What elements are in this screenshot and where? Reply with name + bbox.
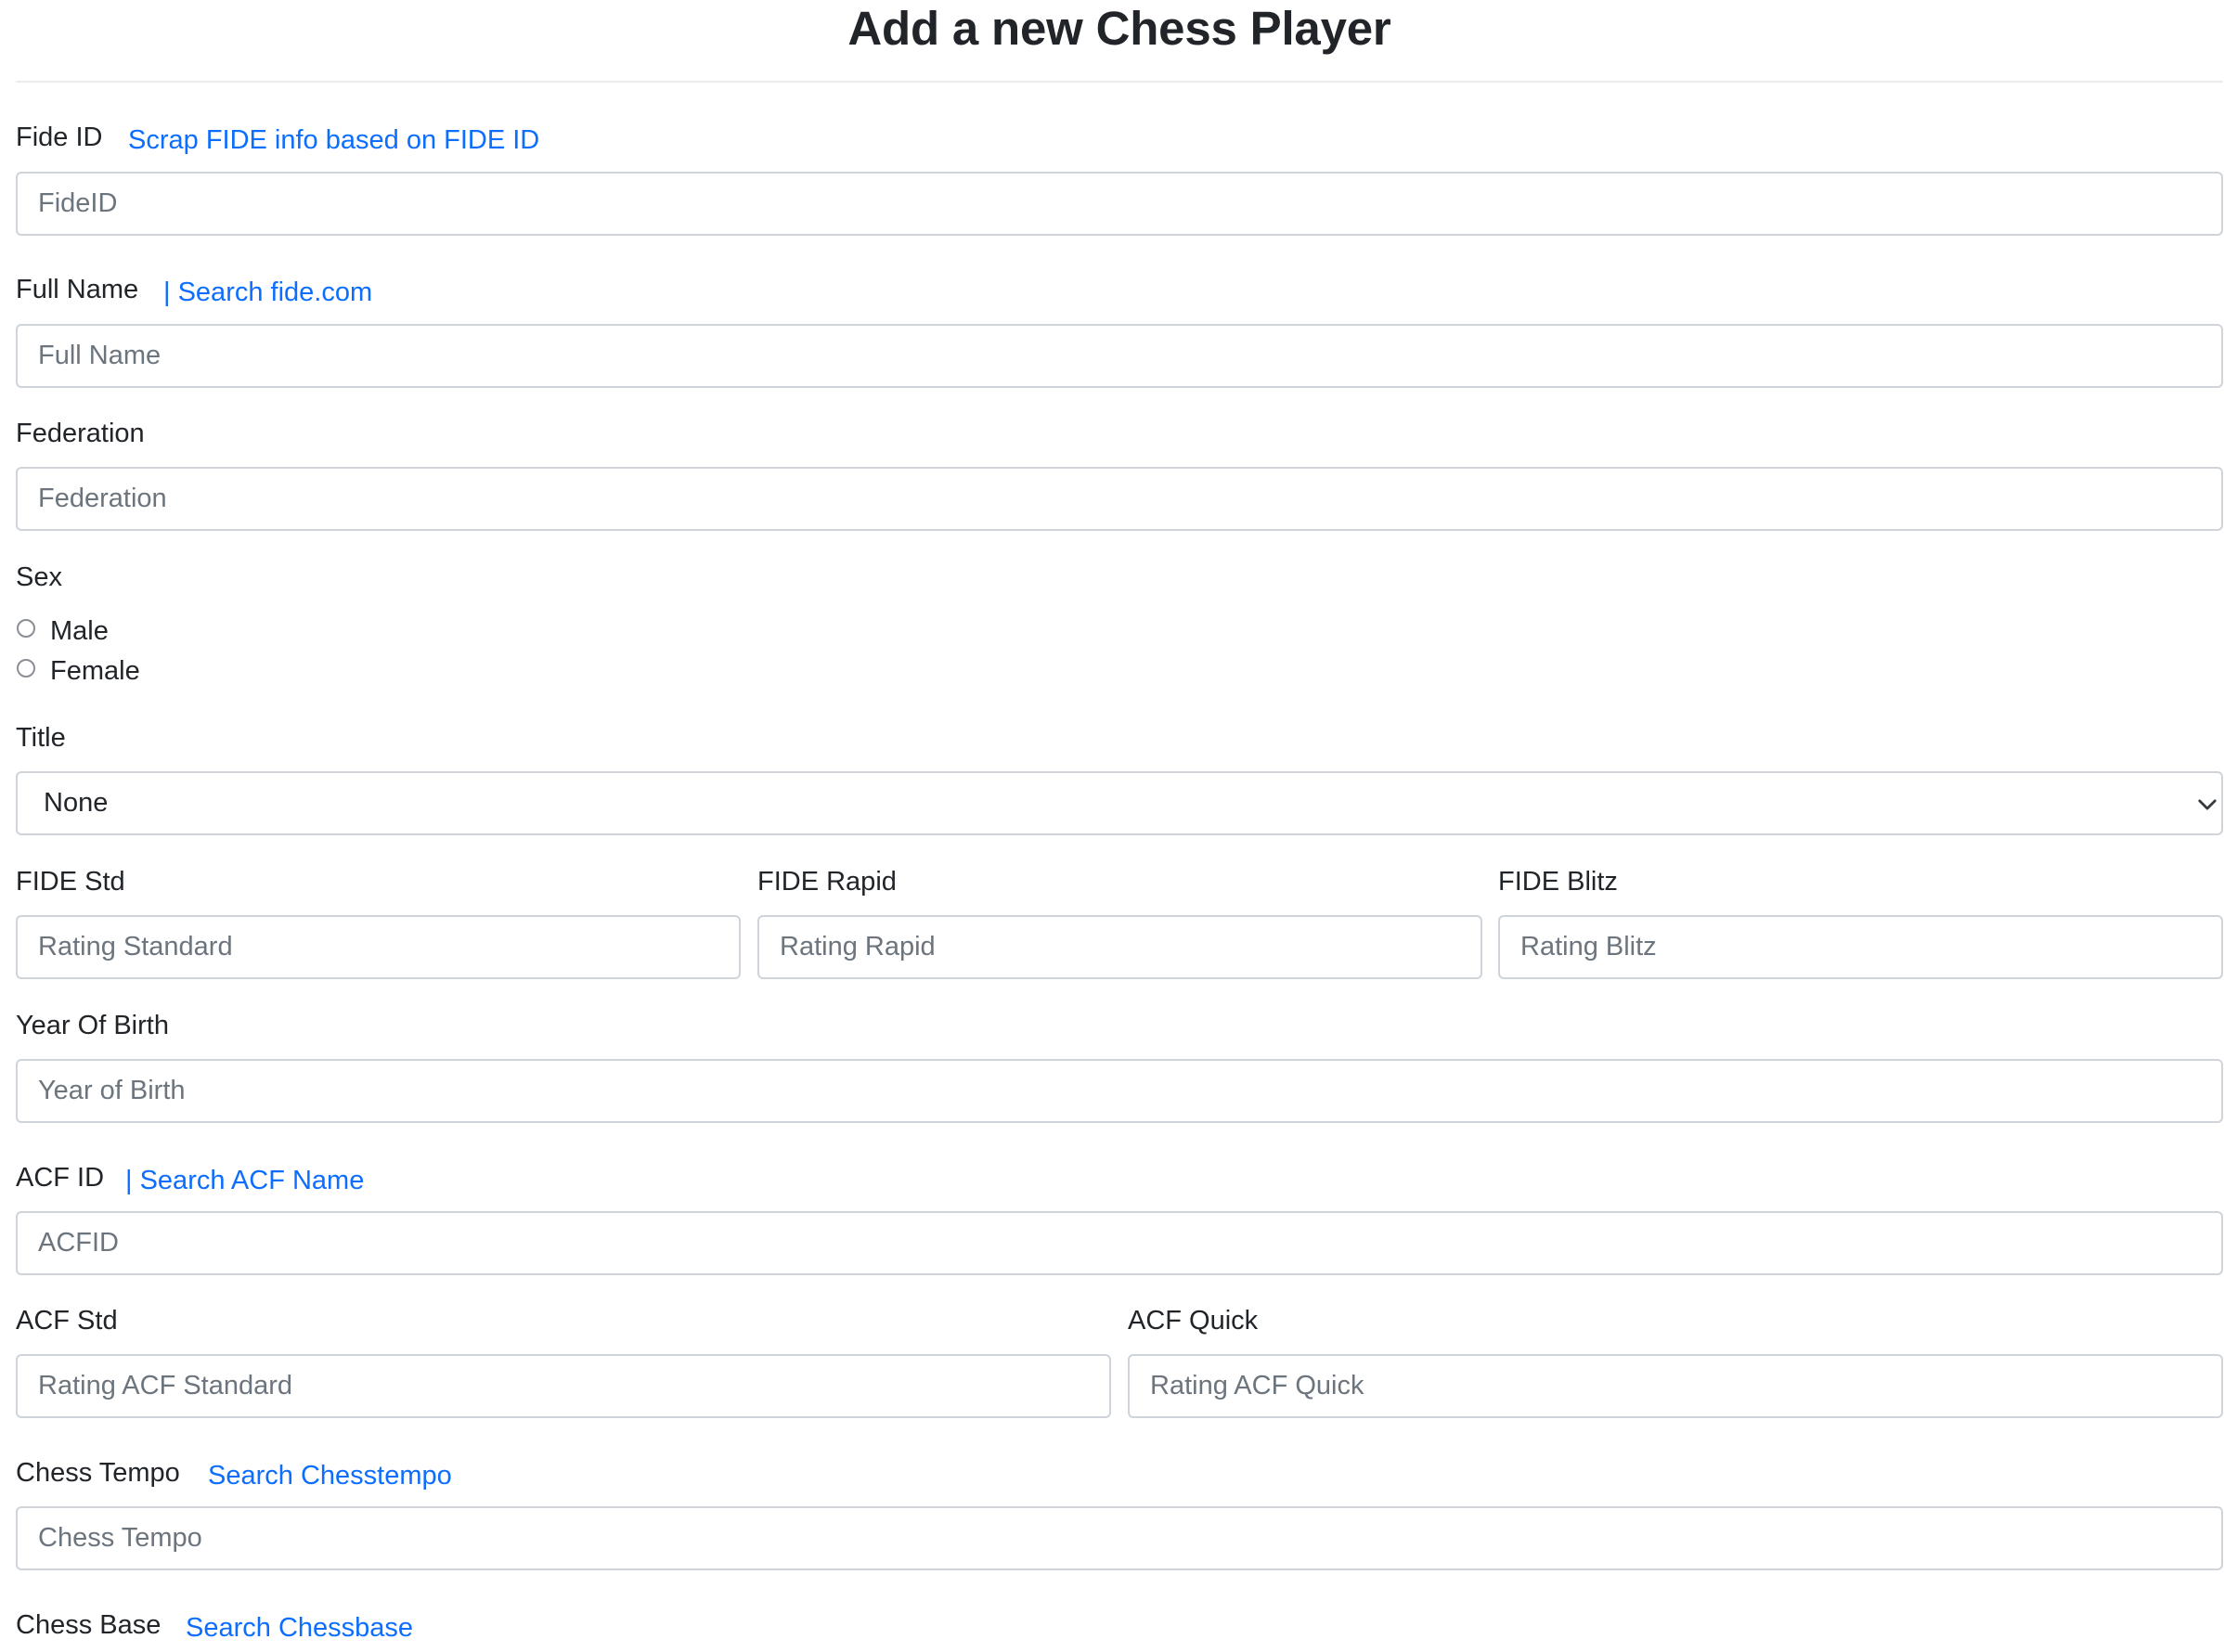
search-chessbase-link[interactable]: Search Chessbase: [186, 1612, 413, 1644]
fide-blitz-label: FIDE Blitz: [1498, 867, 1618, 897]
title-select[interactable]: None: [16, 771, 2223, 835]
add-player-page: Add a new Chess Player Fide ID Scrap FID…: [16, 0, 2223, 1643]
federation-input[interactable]: [16, 467, 2223, 531]
chess-tempo-label: Chess Tempo: [16, 1458, 180, 1488]
title-select-value: None: [44, 788, 109, 818]
sex-option-female[interactable]: Female: [17, 655, 140, 687]
federation-label: Federation: [16, 419, 145, 448]
chess-tempo-input[interactable]: [16, 1506, 2223, 1570]
acf-std-input[interactable]: [16, 1354, 1111, 1418]
chess-base-label: Chess Base: [16, 1610, 162, 1640]
acf-id-input[interactable]: [16, 1211, 2223, 1275]
search-fide-link[interactable]: | Search fide.com: [163, 277, 372, 308]
year-of-birth-input[interactable]: [16, 1059, 2223, 1123]
year-of-birth-label: Year Of Birth: [16, 1011, 169, 1040]
title-divider: [16, 81, 2223, 83]
fide-id-input[interactable]: [16, 172, 2223, 236]
acf-id-label: ACF ID: [16, 1163, 105, 1193]
title-label: Title: [16, 723, 66, 753]
fide-rapid-label: FIDE Rapid: [757, 867, 897, 897]
acf-std-label: ACF Std: [16, 1306, 118, 1336]
acf-quick-input[interactable]: [1128, 1354, 2223, 1418]
sex-label: Sex: [16, 562, 62, 592]
scrap-fide-info-link[interactable]: Scrap FIDE info based on FIDE ID: [128, 124, 539, 156]
fide-rapid-input[interactable]: [757, 915, 1482, 979]
chevron-down-icon: [2198, 799, 2217, 810]
search-chesstempo-link[interactable]: Search Chesstempo: [208, 1460, 452, 1491]
full-name-input[interactable]: [16, 324, 2223, 388]
sex-option-male[interactable]: Male: [17, 615, 109, 647]
male-radio-label: Male: [50, 616, 109, 646]
male-radio[interactable]: [17, 619, 35, 638]
search-acf-name-link[interactable]: | Search ACF Name: [125, 1165, 364, 1196]
acf-quick-label: ACF Quick: [1128, 1306, 1259, 1336]
fide-std-label: FIDE Std: [16, 867, 125, 897]
fide-std-input[interactable]: [16, 915, 741, 979]
female-radio-label: Female: [50, 656, 140, 686]
full-name-label: Full Name: [16, 275, 139, 304]
fide-blitz-input[interactable]: [1498, 915, 2223, 979]
female-radio[interactable]: [17, 659, 35, 678]
fide-id-label: Fide ID: [16, 123, 103, 152]
page-title: Add a new Chess Player: [847, 2, 1391, 55]
